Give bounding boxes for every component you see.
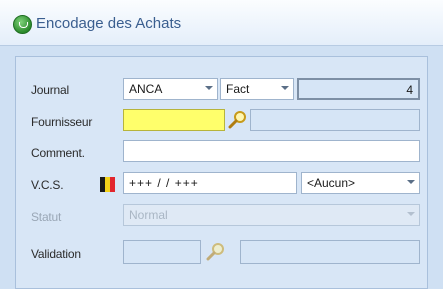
validation-input[interactable] <box>123 240 201 264</box>
chevron-down-icon[interactable] <box>407 180 415 184</box>
vcs-type-combo[interactable]: <Aucun> <box>301 172 420 194</box>
vcs-type-combo-value: <Aucun> <box>307 176 356 190</box>
supplier-input[interactable] <box>123 109 225 131</box>
journal-number-value: 4 <box>406 83 413 97</box>
status-combo: Normal <box>123 204 420 226</box>
belgian-flag-icon <box>100 177 115 192</box>
window-title: Encodage des Achats <box>36 15 182 32</box>
vcs-label: V.C.S. <box>31 178 64 192</box>
document-type-combo[interactable]: Fact <box>220 78 294 100</box>
chevron-down-icon[interactable] <box>281 86 289 90</box>
app-icon <box>13 15 32 34</box>
journal-combo-value: ANCA <box>129 82 163 96</box>
vcs-input[interactable]: +++ / / +++ <box>123 172 297 194</box>
chevron-down-icon[interactable] <box>205 86 213 90</box>
validation-name-field <box>240 240 420 264</box>
validation-search-icon[interactable] <box>205 241 227 263</box>
status-combo-value: Normal <box>129 208 168 222</box>
journal-combo[interactable]: ANCA <box>123 78 218 100</box>
journal-number-field[interactable]: 4 <box>297 78 420 100</box>
journal-label: Journal <box>31 83 69 97</box>
status-label: Statut <box>31 210 62 224</box>
title-bar: Encodage des Achats <box>0 0 443 46</box>
comment-label: Comment. <box>31 146 85 160</box>
supplier-search-icon[interactable] <box>227 109 249 131</box>
document-type-combo-value: Fact <box>226 82 250 96</box>
chevron-down-icon <box>407 212 415 216</box>
supplier-name-field <box>250 109 420 131</box>
comment-input[interactable] <box>123 140 420 162</box>
validation-label: Validation <box>31 247 81 261</box>
supplier-label: Fournisseur <box>31 115 93 129</box>
purchase-encoding-window: Encodage des Achats Journal ANCA Fact 4 … <box>0 0 443 289</box>
